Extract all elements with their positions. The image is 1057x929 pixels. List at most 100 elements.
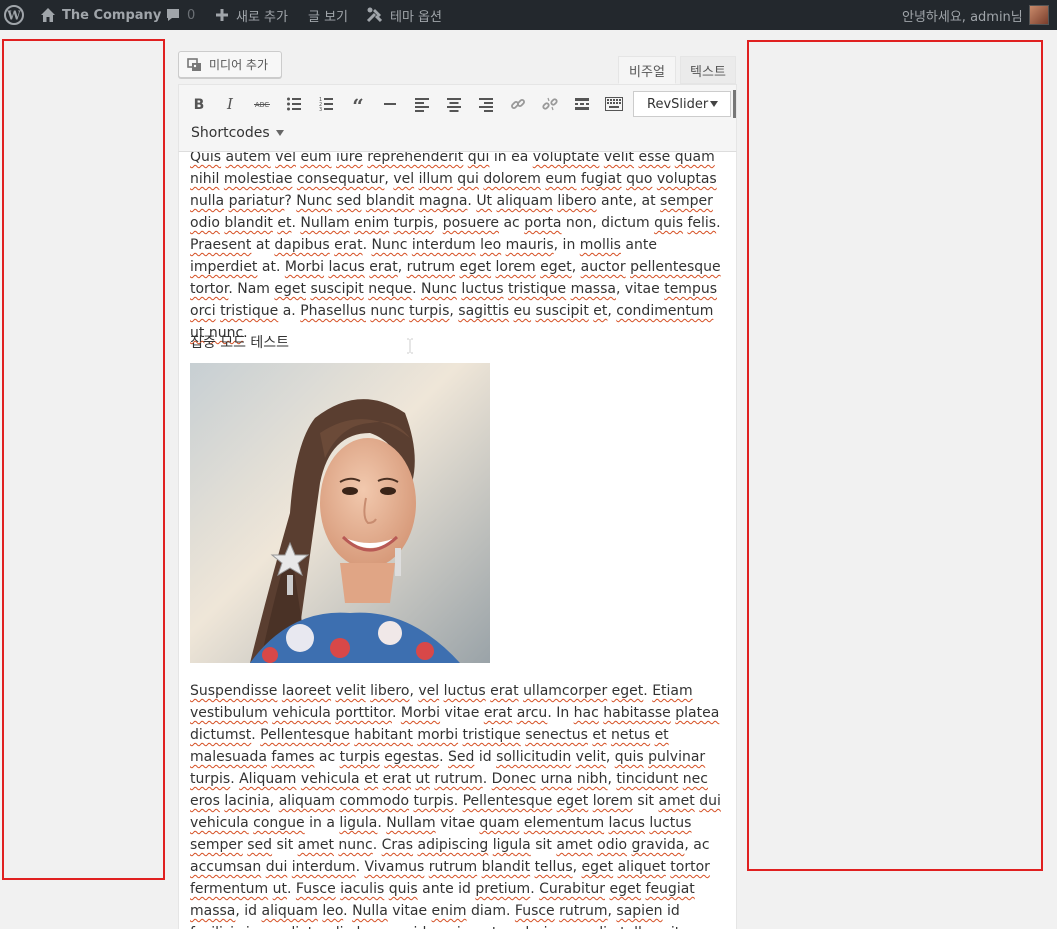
misspelled-word: suscipit [535,303,589,319]
align-center-icon [447,98,461,112]
misspelled-word: lorem [592,793,633,809]
misspelled-word: vel [393,171,415,187]
misspelled-word: eget [611,683,644,699]
misspelled-word: Nunc [371,237,408,253]
misspelled-word: turpis [339,749,380,765]
misspelled-word: turpis [409,303,450,319]
misspelled-word: voluptas [656,171,717,187]
misspelled-word: suscipit [310,281,364,297]
align-left-button[interactable] [408,91,436,117]
misspelled-word: vestibulum [190,705,268,721]
revslider-dropdown[interactable]: RevSlider [633,90,736,118]
misspelled-word: nihil [190,171,220,187]
misspelled-word: nunc [338,837,373,853]
tab-visual[interactable]: 비주얼 [618,56,676,84]
view-post-link[interactable]: 글 보기 [308,0,348,30]
align-right-button[interactable] [472,91,500,117]
misspelled-word: ullamcorper [523,683,608,699]
avatar [1028,5,1049,25]
misspelled-word: Sed [447,749,475,765]
misspelled-word: semper [190,837,243,853]
horizontal-rule-button[interactable] [376,91,404,117]
insert-link-button[interactable] [504,91,532,117]
misspelled-word: qui [457,171,479,187]
misspelled-word: posuere [442,215,500,231]
bold-button[interactable]: B [185,91,213,117]
new-content-link[interactable]: 새로 추가 [214,0,288,30]
svg-text:I: I [226,96,234,112]
theme-options-link[interactable]: 테마 옵션 [366,0,442,30]
embedded-photo[interactable] [190,363,490,663]
misspelled-word: pellentesque [630,259,721,275]
misspelled-word: gravida [631,837,685,853]
misspelled-word: Vivamus [364,859,425,875]
misspelled-word: tempus [664,281,717,297]
tools-icon [366,7,383,23]
misspelled-word: eget [581,859,614,875]
misspelled-word: ligula [339,815,378,831]
misspelled-word: neque [368,281,413,297]
misspelled-word: facilisis [190,925,241,929]
misspelled-word: ligula [492,837,531,853]
misspelled-word: lacus [328,259,365,275]
misspelled-word: pariatur [228,193,285,209]
misspelled-word: dictumst [190,727,252,743]
wordpress-logo-icon[interactable]: W [4,0,24,30]
blockquote-button[interactable]: “ [344,91,372,117]
misspelled-word: lacinia [224,793,270,809]
tab-text[interactable]: 텍스트 [680,56,736,84]
read-more-icon [575,98,589,110]
align-right-icon [479,98,493,112]
misspelled-word: tellus [534,859,573,875]
misspelled-word: habitasse [603,705,671,721]
misspelled-word: iure [336,152,363,165]
content-paragraph-1: Quis autem vel eum iure reprehenderit qu… [190,152,728,344]
editor-content-area[interactable]: Quis autem vel eum iure reprehenderit qu… [178,152,737,929]
misspelled-word: Pellentesque [462,793,553,809]
shortcodes-dropdown[interactable]: Shortcodes [191,125,284,141]
misspelled-word: Nulla [352,903,388,919]
misspelled-word: imperdiet [190,259,258,275]
numbered-list-icon: 123 [319,97,333,112]
misspelled-word: Phasellus [300,303,366,319]
toolbar-toggle-button[interactable] [600,91,628,117]
misspelled-word: egestas [384,749,440,765]
blockquote-icon: “ [352,96,364,112]
misspelled-word: dui [265,859,288,875]
misspelled-word: massa [570,281,616,297]
misspelled-word: Fusce [295,881,336,897]
add-media-button[interactable]: 미디어 추가 [178,51,282,78]
horizontal-rule-icon [384,103,396,105]
misspelled-word: qui [467,152,490,165]
misspelled-word: Praesent [190,237,252,253]
svg-text:3: 3 [319,107,322,112]
bullet-list-button[interactable] [280,91,308,117]
misspelled-word: eget [609,881,642,897]
misspelled-word: Suspendisse [190,683,278,699]
misspelled-word: sollicitudin [496,749,572,765]
comments-link[interactable]: 0 [165,0,195,30]
editor-toolbar: B I ABC 123 “ [178,84,737,152]
my-account-link[interactable]: 안녕하세요, admin님 [902,0,1049,30]
remove-link-button[interactable] [536,91,564,117]
italic-button[interactable]: I [216,91,244,117]
strikethrough-button[interactable]: ABC [248,91,276,117]
misspelled-word: vehicula [190,815,249,831]
numbered-list-button[interactable]: 123 [312,91,340,117]
misspelled-word: condimentum [616,303,714,319]
strikethrough-icon: ABC [254,101,270,109]
misspelled-word: turpis [393,215,434,231]
misspelled-word: reprehenderit [367,152,464,165]
read-more-button[interactable] [568,91,596,117]
misspelled-word: lorem [495,259,536,275]
misspelled-word: feugiat [645,881,695,897]
misspelled-word: morbi [417,727,459,743]
misspelled-word: leo [357,925,378,929]
misspelled-word: aliquam [496,193,553,209]
site-name-link[interactable]: The Company [40,0,161,30]
svg-text:“: “ [352,96,364,112]
home-icon [41,8,55,22]
misspelled-word: leo [322,903,344,919]
misspelled-word: illum [418,171,453,187]
align-center-button[interactable] [440,91,468,117]
